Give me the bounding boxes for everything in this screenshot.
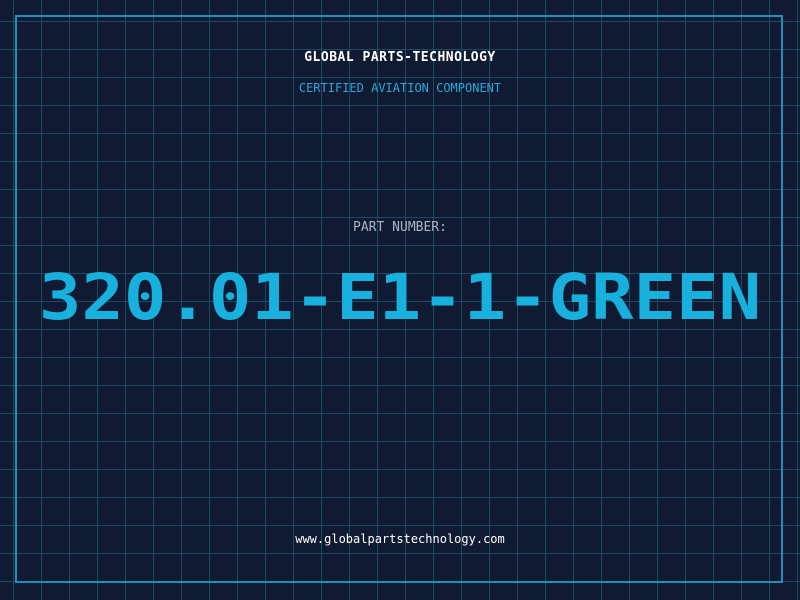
part-number-label: PART NUMBER:	[353, 220, 447, 235]
certificate-screen: { "header": { "brand": "GLOBAL PARTS-TEC…	[0, 0, 800, 600]
website-url: www.globalpartstechnology.com	[295, 532, 505, 546]
part-number-value: 320.01-E1-1-GREEN	[38, 261, 762, 334]
company-name: GLOBAL PARTS-TECHNOLOGY	[304, 50, 496, 65]
certification-tagline: CERTIFIED AVIATION COMPONENT	[298, 81, 502, 95]
